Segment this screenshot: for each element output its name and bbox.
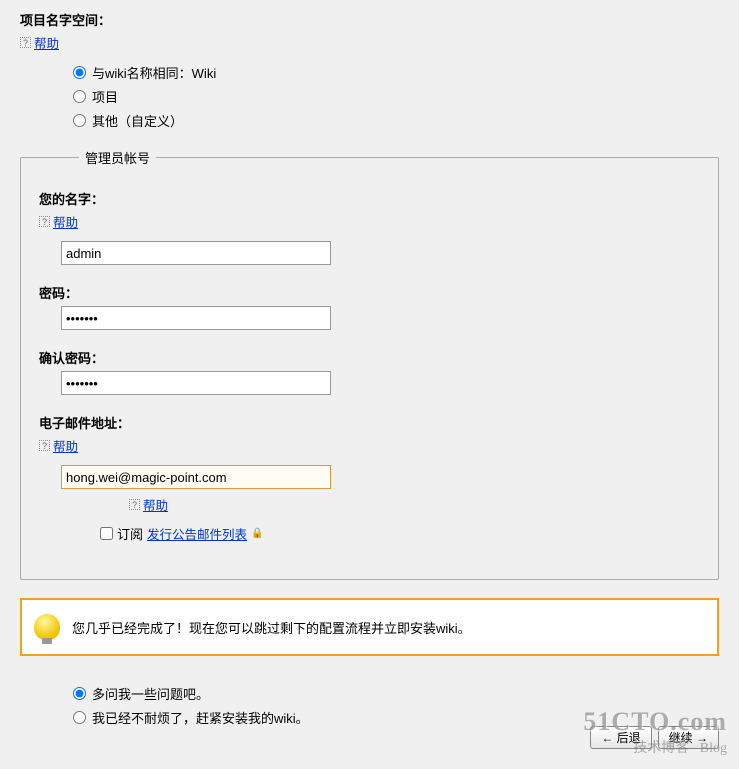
email-input[interactable] [61,465,331,489]
namespace-radio-same-label: 与wiki名称相同：Wiki [92,63,216,82]
help-icon: ? [129,499,140,510]
subscribe-checkbox[interactable] [100,527,113,540]
help-icon: ? [20,37,31,48]
namespace-radio-other[interactable] [73,114,86,127]
info-box: 您几乎已经完成了！现在您可以跳过剩下的配置流程并立即安装wiki。 [20,598,719,656]
namespace-radio-group: 与wiki名称相同：Wiki 项目 其他（自定义） [73,63,719,130]
admin-legend: 管理员帐号 [79,148,156,167]
install-question-group: 多问我一些问题吧。 我已经不耐烦了，赶紧安装我的wiki。 [73,684,719,727]
install-now-radio[interactable] [73,711,86,724]
lock-icon: 🔒 [251,528,263,539]
info-message: 您几乎已经完成了！现在您可以跳过剩下的配置流程并立即安装wiki。 [72,618,471,637]
confirm-password-input[interactable] [61,371,331,395]
install-now-label: 我已经不耐烦了，赶紧安装我的wiki。 [92,708,309,727]
namespace-radio-project[interactable] [73,90,86,103]
namespace-help-link[interactable]: 帮助 [34,33,59,52]
ask-more-label: 多问我一些问题吧。 [92,684,209,703]
email-label: 电子邮件地址： [39,413,700,432]
password-label: 密码： [39,283,700,302]
admin-name-help-link[interactable]: 帮助 [53,212,78,231]
admin-name-label: 您的名字： [39,189,700,208]
bulb-icon [34,614,60,640]
subscribe-link[interactable]: 发行公告邮件列表 [147,524,247,543]
admin-fieldset: 管理员帐号 您的名字： ? 帮助 密码： 确认密码： 电子邮件地址： ? 帮助 [20,148,719,580]
email-help-link[interactable]: 帮助 [53,436,78,455]
confirm-password-label: 确认密码： [39,348,700,367]
password-input[interactable] [61,306,331,330]
help-icon: ? [39,216,50,227]
back-button[interactable]: ← 后退 [590,726,651,749]
namespace-radio-other-label: 其他（自定义） [92,111,183,130]
continue-button[interactable]: 继续 → [658,726,719,749]
admin-name-input[interactable] [61,241,331,265]
ask-more-radio[interactable] [73,687,86,700]
namespace-label: 项目名字空间： [20,10,719,29]
namespace-radio-project-label: 项目 [92,87,118,106]
help-icon: ? [39,440,50,451]
subscribe-label: 订阅 [117,524,143,543]
email-sub-help-link[interactable]: 帮助 [143,495,168,514]
namespace-radio-same[interactable] [73,66,86,79]
